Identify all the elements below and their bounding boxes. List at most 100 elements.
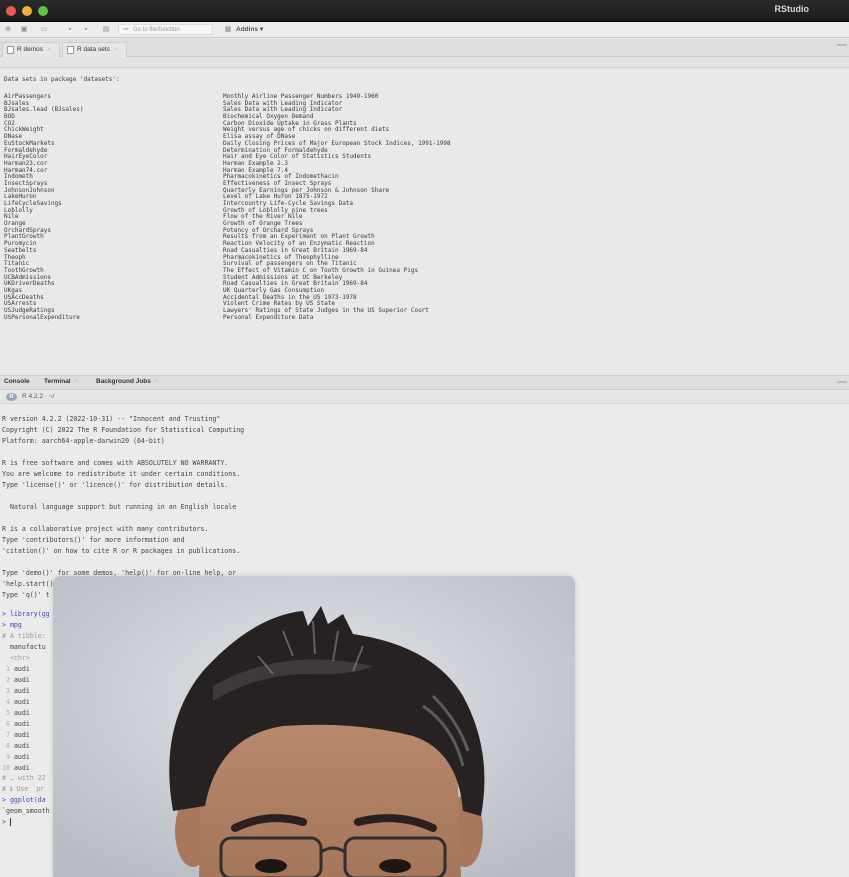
minimize-pane-icon[interactable]	[837, 44, 847, 50]
datasets-document: Data sets in package 'datasets': AirPass…	[0, 68, 849, 371]
tab-background-jobs[interactable]: Background Jobs ×	[96, 378, 158, 385]
tibble-row: 5 audi	[2, 709, 30, 717]
close-tab-icon[interactable]: ×	[114, 46, 118, 53]
addins-menu[interactable]: Addins ▾	[236, 25, 263, 33]
console-startup-line: Platform: aarch64-apple-darwin20 (64-bit…	[2, 437, 165, 445]
dataset-name: AirPassengers	[4, 93, 51, 100]
dataset-row: CO2 Carbon Dioxide Uptake in Grass Plants	[4, 120, 844, 128]
close-tab-icon[interactable]: ×	[47, 46, 51, 53]
dataset-row: LifeCycleSavings Intercountry Life-Cycle …	[4, 200, 844, 208]
r-logo-icon: R	[6, 393, 17, 401]
close-tab-icon[interactable]: ×	[154, 378, 158, 385]
dataset-row: AirPassengers Monthly Airline Passenger N…	[4, 93, 844, 101]
dataset-row: HairEyeColor Hair and Eye Color of Statis…	[4, 153, 844, 161]
tab-console[interactable]: Console	[4, 378, 30, 385]
dataset-row: Seatbelts Road Casualties in Great Britai…	[4, 247, 844, 255]
save-icon[interactable]: ▪	[64, 24, 76, 35]
tab-r-demos[interactable]: R demos ×	[2, 42, 60, 57]
dataset-row: UCBAdmissions Student Admissions at UC Be…	[4, 274, 844, 282]
dataset-row: Orange Growth of Orange Trees	[4, 220, 844, 228]
main-toolbar: ⊕ ▣ ▭ ▪ ▪ ▤ ➦ Go to file/function ▦ Addi…	[0, 22, 849, 38]
dataset-row: JohnsonJohnson Quarterly Earnings per Joh…	[4, 187, 844, 195]
minimize-pane-icon[interactable]	[837, 381, 847, 387]
goto-file-placeholder: Go to file/function	[133, 27, 180, 33]
console-prompt[interactable]: >	[2, 818, 11, 826]
dataset-row: InsectSprays Effectiveness of Insect Spra…	[4, 180, 844, 188]
console-startup-line: You are welcome to redistribute it under…	[2, 470, 241, 478]
dataset-row: UKDriverDeaths Road Casualties in Great B…	[4, 281, 844, 288]
console-pane-tabs: Console Terminal × Background Jobs ×	[0, 375, 849, 390]
datasets-list: AirPassengers Monthly Airline Passenger N…	[4, 93, 844, 322]
dataset-row: Nile Flow of the River Nile	[4, 214, 844, 221]
dataset-description: Personal Expenditure Data	[223, 313, 314, 321]
dataset-row: BJsales Sales Data with Leading Indicator	[4, 100, 844, 108]
dataset-name: Harman74.cor	[4, 166, 48, 174]
tab-r-data-sets[interactable]: R data sets ×	[62, 42, 127, 57]
arrow-right-icon: ➦	[123, 26, 129, 33]
tibble-row: 1 audi	[2, 665, 30, 673]
dataset-name: UKDriverDeaths	[4, 280, 55, 288]
tibble-row: 8 audi	[2, 742, 30, 750]
tab-terminal[interactable]: Terminal ×	[44, 378, 77, 385]
row-value: audi	[13, 720, 30, 728]
save-all-icon[interactable]: ▪	[80, 24, 92, 35]
document-icon	[67, 46, 74, 54]
console-message: `geom_smooth	[2, 807, 50, 815]
console-path-bar: R R 4.2.2 · ~/	[0, 390, 849, 404]
zoom-window-button[interactable]	[38, 6, 48, 16]
console-startup-line: Type 'q()' t	[2, 591, 50, 599]
close-window-button[interactable]	[6, 6, 16, 16]
tibble-info: # A tibble:	[2, 632, 46, 640]
dataset-row: Theoph Pharmacokinetics of Theophylline	[4, 253, 844, 262]
text-cursor	[9, 818, 11, 826]
tibble-more: # … with 22	[2, 774, 46, 782]
tibble-row: 6 audi	[2, 720, 30, 728]
console-startup-line: R is free software and comes with ABSOLU…	[2, 459, 229, 467]
dataset-row: Formaldehyde Determination of Formaldehyd…	[4, 147, 844, 155]
dataset-name: Theoph	[4, 253, 26, 261]
tab-label: R data sets	[77, 46, 110, 53]
dataset-name: LifeCycleSavings	[4, 200, 62, 207]
source-subtoolbar	[0, 57, 849, 68]
tibble-hint: # ℹ Use `pr	[2, 785, 45, 793]
dataset-name: Loblolly	[4, 206, 33, 214]
new-file-icon[interactable]: ⊕	[2, 24, 14, 35]
row-value: audi	[13, 709, 30, 717]
row-value: audi	[13, 764, 30, 772]
tab-label: R demos	[17, 46, 44, 53]
tibble-row: 7 audi	[2, 731, 30, 739]
dataset-row: USAccDeaths Accidental Deaths in the US 1…	[4, 294, 844, 302]
open-file-icon[interactable]: ▭	[38, 24, 50, 35]
console-command: > library(gg	[2, 610, 50, 618]
close-tab-icon[interactable]: ×	[74, 378, 78, 385]
dataset-row: UKgas UK Quarterly Gas Consumption	[4, 287, 844, 295]
grid-icon[interactable]: ▦	[222, 24, 234, 35]
dataset-row: BJsales.lead (BJsales) Sales Data with Le…	[4, 107, 844, 114]
new-project-icon[interactable]: ▣	[18, 24, 30, 35]
app-title: RStudio	[774, 4, 810, 14]
prompt-symbol: >	[2, 818, 6, 826]
dataset-row: Harman74.cor Harman Example 7.4	[4, 166, 844, 175]
dataset-row: ChickWeight Weight versus age of chicks o…	[4, 127, 844, 134]
portrait-image	[53, 576, 575, 877]
dataset-row: USJudgeRatings Lawyers' Ratings of State …	[4, 307, 844, 315]
dataset-row: OrchardSprays Potency of Orchard Sprays	[4, 227, 844, 235]
console-startup-line: Natural language support but running in …	[2, 503, 237, 511]
r-version-path: R 4.2.2 · ~/	[22, 393, 55, 400]
minimize-window-button[interactable]	[22, 6, 32, 16]
print-icon[interactable]: ▤	[100, 24, 112, 35]
column-type: <chr>	[2, 654, 30, 662]
row-value: audi	[13, 731, 30, 739]
console-startup-line: 'citation()' on how to cite R or R packa…	[2, 547, 241, 555]
dataset-row: PlantGrowth Results from an Experiment on…	[4, 234, 844, 241]
dataset-name: BJsales.lead (BJsales)	[4, 106, 84, 114]
goto-file-input[interactable]: ➦ Go to file/function	[118, 24, 213, 35]
dataset-name: USPersonalExpenditure	[4, 313, 80, 321]
row-value: audi	[13, 753, 30, 761]
tibble-row: 10 audi	[2, 764, 30, 772]
column-header: manufactu	[2, 643, 46, 651]
console-startup-line: R version 4.2.2 (2022-10-31) -- "Innocen…	[2, 415, 221, 423]
tibble-row: 9 audi	[2, 753, 30, 761]
dataset-row: USPersonalExpenditure Personal Expenditur…	[4, 313, 844, 322]
dataset-row: Loblolly Growth of Loblolly pine trees	[4, 206, 844, 215]
